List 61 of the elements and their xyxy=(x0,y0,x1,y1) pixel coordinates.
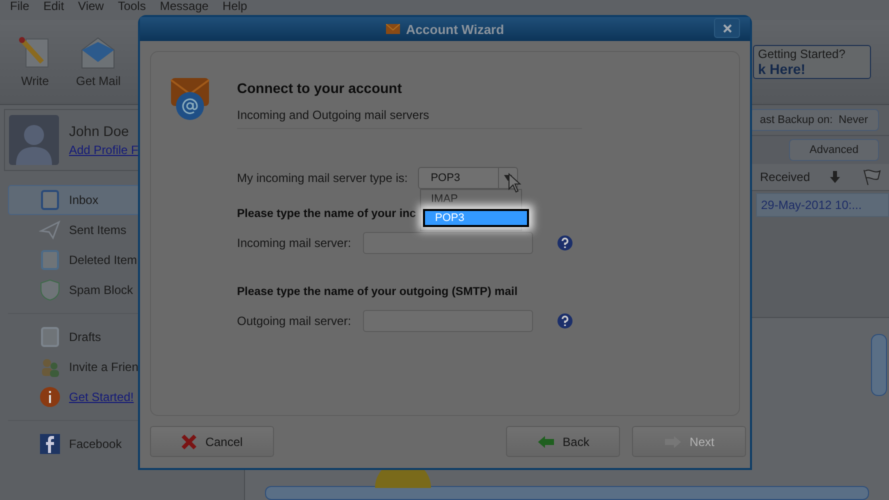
drafts-icon xyxy=(39,326,61,348)
wizard-subtitle: Incoming and Outgoing mail servers xyxy=(237,108,582,129)
cross-icon xyxy=(181,434,198,450)
menu-item[interactable]: File xyxy=(10,0,30,13)
vertical-scrollbar[interactable] xyxy=(871,334,887,396)
horizontal-scrollbar[interactable] xyxy=(265,486,869,500)
cancel-button[interactable]: Cancel xyxy=(150,426,274,457)
flag-icon xyxy=(862,168,882,186)
mail-at-icon xyxy=(169,76,211,122)
folder-item[interactable]: Deleted Item xyxy=(8,245,232,275)
mouse-pointer-icon xyxy=(508,173,522,193)
dialog-title: Account Wizard xyxy=(406,22,504,36)
close-icon xyxy=(722,24,732,32)
envelope-icon xyxy=(386,24,400,34)
sent-icon xyxy=(39,219,61,241)
people-icon xyxy=(39,356,61,378)
folder-item[interactable]: Invite a Frien xyxy=(8,352,232,382)
add-profile-link[interactable]: Add Profile F xyxy=(69,143,138,157)
menu-item[interactable]: View xyxy=(78,0,104,13)
folder-item[interactable]: Sent Items xyxy=(8,215,232,245)
folder-item[interactable]: Spam Block xyxy=(8,275,232,305)
advanced-button[interactable]: Advanced xyxy=(789,139,879,161)
help-icon[interactable] xyxy=(557,313,574,329)
trash-can-icon xyxy=(39,249,61,271)
column-label[interactable]: Received xyxy=(760,170,830,184)
shield-icon xyxy=(39,279,61,301)
menu-item[interactable]: Message xyxy=(160,0,209,13)
dropdown-option[interactable]: IMAP xyxy=(421,190,521,208)
help-icon[interactable] xyxy=(557,235,574,251)
getting-started-banner[interactable]: Getting Started? k Here! xyxy=(753,45,871,79)
down-arrow-icon xyxy=(830,171,840,183)
avatar-silhouette xyxy=(9,115,59,165)
smiley-logo-drawing xyxy=(375,468,431,488)
profile-name: John Doe xyxy=(69,123,130,139)
close-button[interactable] xyxy=(714,18,740,38)
get-mail-button[interactable]: Get Mail xyxy=(72,36,125,88)
write-button[interactable]: Write xyxy=(14,36,56,88)
field-label: Incoming mail server: xyxy=(237,236,352,250)
folder-item[interactable]: Drafts xyxy=(8,322,232,352)
server-type-dropdown[interactable]: POP3 xyxy=(418,167,518,189)
banner-text: Getting Started? xyxy=(758,47,846,61)
inbox-icon xyxy=(39,189,61,211)
menu-item[interactable]: Edit xyxy=(43,0,64,13)
facebook-logo-icon xyxy=(39,433,61,455)
banner-link[interactable]: k Here! xyxy=(758,61,870,77)
envelope-icon xyxy=(80,36,116,70)
backup-button[interactable]: ast Backup on: Never xyxy=(749,109,879,131)
dropdown-option[interactable]: POP3 xyxy=(423,209,529,227)
wizard-heading: Connect to your account xyxy=(237,80,403,96)
incoming-server-field[interactable] xyxy=(363,232,534,254)
section-heading: Please type the name of your outgoing (SMTP) mail xyxy=(237,286,518,298)
info-icon xyxy=(39,386,61,408)
left-arrow-icon xyxy=(536,434,555,448)
section-heading: Please type the name of your inc xyxy=(237,208,416,220)
field-label: Outgoing mail server: xyxy=(237,314,352,328)
menu-item[interactable]: Tools xyxy=(118,0,146,13)
folder-item[interactable]: Get Started! xyxy=(8,382,232,412)
menu-item[interactable]: Help xyxy=(222,0,248,13)
message-row[interactable]: 29-May-2012 10:... xyxy=(756,193,889,217)
field-label: My incoming mail server type is: xyxy=(237,171,408,185)
back-button[interactable]: Back xyxy=(506,426,620,457)
